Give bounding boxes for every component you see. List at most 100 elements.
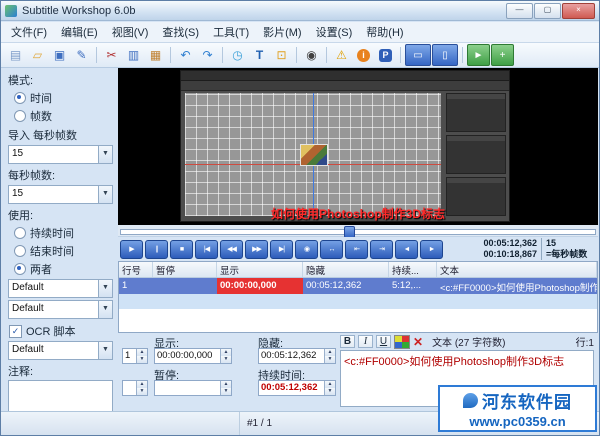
- clear-format-icon[interactable]: ✕: [413, 336, 423, 348]
- move-subtitle-button[interactable]: ↔: [320, 240, 343, 259]
- col-text[interactable]: 文本: [437, 262, 597, 277]
- search-icon[interactable]: ◉: [301, 45, 322, 65]
- titlebar[interactable]: Subtitle Workshop 6.0b — ▢ ×: [1, 1, 599, 21]
- current-time: 00:05:12,362: [475, 238, 537, 249]
- subtitle-overlay: 如何使用Photoshop制作3D标志: [118, 205, 598, 222]
- seek-bar[interactable]: [118, 225, 598, 237]
- translator-mode-icon[interactable]: ▯: [432, 44, 458, 66]
- chevron-down-icon[interactable]: ▼: [98, 280, 112, 297]
- menu-item-view[interactable]: 视图(V): [105, 22, 156, 42]
- menu-item-help[interactable]: 帮助(H): [359, 22, 410, 42]
- toolbar-separator: [96, 47, 97, 63]
- pause-button[interactable]: ∥: [145, 240, 168, 259]
- next-subtitle-button[interactable]: ▶|: [270, 240, 293, 259]
- work-final-time-radio[interactable]: 结束时间: [14, 243, 113, 259]
- playback-rate-button[interactable]: ◉: [295, 240, 318, 259]
- charset-original-select[interactable]: Default ▼: [8, 279, 113, 298]
- menu-bar: 文件(F) 编辑(E) 视图(V) 查找(S) 工具(T) 影片(M) 设置(S…: [1, 22, 599, 43]
- counter-spinner[interactable]: ▲▼: [122, 380, 148, 396]
- cell-duration: 5:12,...: [389, 278, 437, 294]
- paste-icon[interactable]: ▦: [145, 45, 166, 65]
- mode-frames-radio[interactable]: 帧数: [14, 108, 113, 124]
- hide-time-spinner[interactable]: 00:05:12,362 ▲▼: [258, 348, 336, 364]
- movie-mode-icon[interactable]: ►: [467, 44, 490, 66]
- menu-item-file[interactable]: 文件(F): [4, 22, 54, 42]
- forward-button[interactable]: ▶▶: [245, 240, 268, 259]
- menu-item-movie[interactable]: 影片(M): [256, 22, 309, 42]
- minimize-button[interactable]: —: [506, 3, 533, 19]
- subtitle-number-spinner[interactable]: 1 ▲▼: [122, 348, 148, 364]
- chevron-down-icon[interactable]: ▼: [98, 186, 112, 203]
- col-duration[interactable]: 持续...: [389, 262, 437, 277]
- spinner-arrows-icon[interactable]: ▲▼: [136, 381, 147, 395]
- start-subtitle-button[interactable]: ◄: [395, 240, 418, 259]
- seek-track[interactable]: [120, 229, 596, 235]
- table-row-empty[interactable]: [119, 294, 597, 309]
- end-subtitle-button[interactable]: ►: [420, 240, 443, 259]
- video-preview[interactable]: 如何使用Photoshop制作3D标志: [118, 68, 598, 225]
- col-pause[interactable]: 暂停: [153, 262, 217, 277]
- menu-item-settings[interactable]: 设置(S): [309, 22, 360, 42]
- spinner-arrows-icon[interactable]: ▲▼: [136, 349, 147, 363]
- play-button[interactable]: ▶: [120, 240, 143, 259]
- set-end-time-button[interactable]: ⇥: [370, 240, 393, 259]
- copy-icon[interactable]: ▥: [123, 45, 144, 65]
- comments-icon[interactable]: ⊡: [271, 45, 292, 65]
- spinner-arrows-icon[interactable]: ▲▼: [324, 381, 335, 395]
- col-show[interactable]: 显示: [217, 262, 303, 277]
- work-both-radio[interactable]: 两者: [14, 261, 113, 277]
- underline-button[interactable]: U: [376, 335, 391, 348]
- maximize-button[interactable]: ▢: [534, 3, 561, 19]
- ocr-script-select[interactable]: Default ▼: [8, 341, 113, 360]
- chevron-down-icon[interactable]: ▼: [98, 342, 112, 359]
- charset-translated-select[interactable]: Default ▼: [8, 300, 113, 319]
- cut-icon[interactable]: ✂: [101, 45, 122, 65]
- save-as-icon[interactable]: ✎: [71, 45, 92, 65]
- duration-spinner[interactable]: 00:05:12,362 ▲▼: [258, 380, 336, 396]
- save-icon[interactable]: ▣: [49, 45, 70, 65]
- watermark-logo-icon: [463, 393, 478, 408]
- spinner-arrows-icon[interactable]: ▲▼: [324, 349, 335, 363]
- fps-readout: 15: [541, 238, 596, 249]
- time-adjust-icon[interactable]: ◷: [227, 45, 248, 65]
- menu-item-search[interactable]: 查找(S): [155, 22, 206, 42]
- chevron-down-icon[interactable]: ▼: [98, 146, 112, 163]
- redo-icon[interactable]: ↷: [197, 45, 218, 65]
- close-button[interactable]: ×: [562, 3, 595, 19]
- information-icon[interactable]: i: [353, 45, 374, 65]
- stop-button[interactable]: ■: [170, 240, 193, 259]
- menu-item-tools[interactable]: 工具(T): [206, 22, 256, 42]
- pascal-scripts-icon[interactable]: P: [375, 45, 396, 65]
- table-row[interactable]: 1 00:00:00,000 00:05:12,362 5:12,... <c:…: [119, 278, 597, 294]
- fps-select[interactable]: 15 ▼: [8, 185, 113, 204]
- pause-spinner[interactable]: ▲▼: [154, 380, 232, 396]
- window-title: Subtitle Workshop 6.0b: [22, 5, 136, 17]
- undo-icon[interactable]: ↶: [175, 45, 196, 65]
- col-line-number[interactable]: 行号: [119, 262, 153, 277]
- work-duration-label: 持续时间: [30, 225, 74, 241]
- error-check-icon[interactable]: ⚠: [331, 45, 352, 65]
- video-preview-mode-icon[interactable]: ▭: [405, 44, 431, 66]
- external-preview-icon[interactable]: +: [491, 44, 514, 66]
- font-color-icon[interactable]: [394, 335, 410, 349]
- prev-subtitle-button[interactable]: |◀: [195, 240, 218, 259]
- menu-item-edit[interactable]: 编辑(E): [54, 22, 105, 42]
- show-time-spinner[interactable]: 00:00:00,000 ▲▼: [154, 348, 232, 364]
- mode-time-radio[interactable]: 时间: [14, 90, 113, 106]
- spinner-arrows-icon[interactable]: ▲▼: [220, 381, 231, 395]
- rewind-button[interactable]: ◀◀: [220, 240, 243, 259]
- italic-button[interactable]: I: [358, 335, 373, 348]
- input-fps-select[interactable]: 15 ▼: [8, 145, 113, 164]
- text-styles-icon[interactable]: T: [249, 45, 270, 65]
- new-file-icon[interactable]: ▤: [5, 45, 26, 65]
- work-final-time-label: 结束时间: [30, 243, 74, 259]
- work-duration-radio[interactable]: 持续时间: [14, 225, 113, 241]
- open-file-icon[interactable]: ▱: [27, 45, 48, 65]
- spinner-arrows-icon[interactable]: ▲▼: [220, 349, 231, 363]
- bold-button[interactable]: B: [340, 335, 355, 348]
- subtitle-grid[interactable]: 行号 暂停 显示 隐藏 持续... 文本 1 00:00:00,000 00:0…: [118, 261, 598, 333]
- chevron-down-icon[interactable]: ▼: [98, 301, 112, 318]
- set-start-time-button[interactable]: ⇤: [345, 240, 368, 259]
- col-hide[interactable]: 隐藏: [303, 262, 389, 277]
- ocr-scripts-checkbox[interactable]: ✓ OCR 脚本: [9, 323, 113, 339]
